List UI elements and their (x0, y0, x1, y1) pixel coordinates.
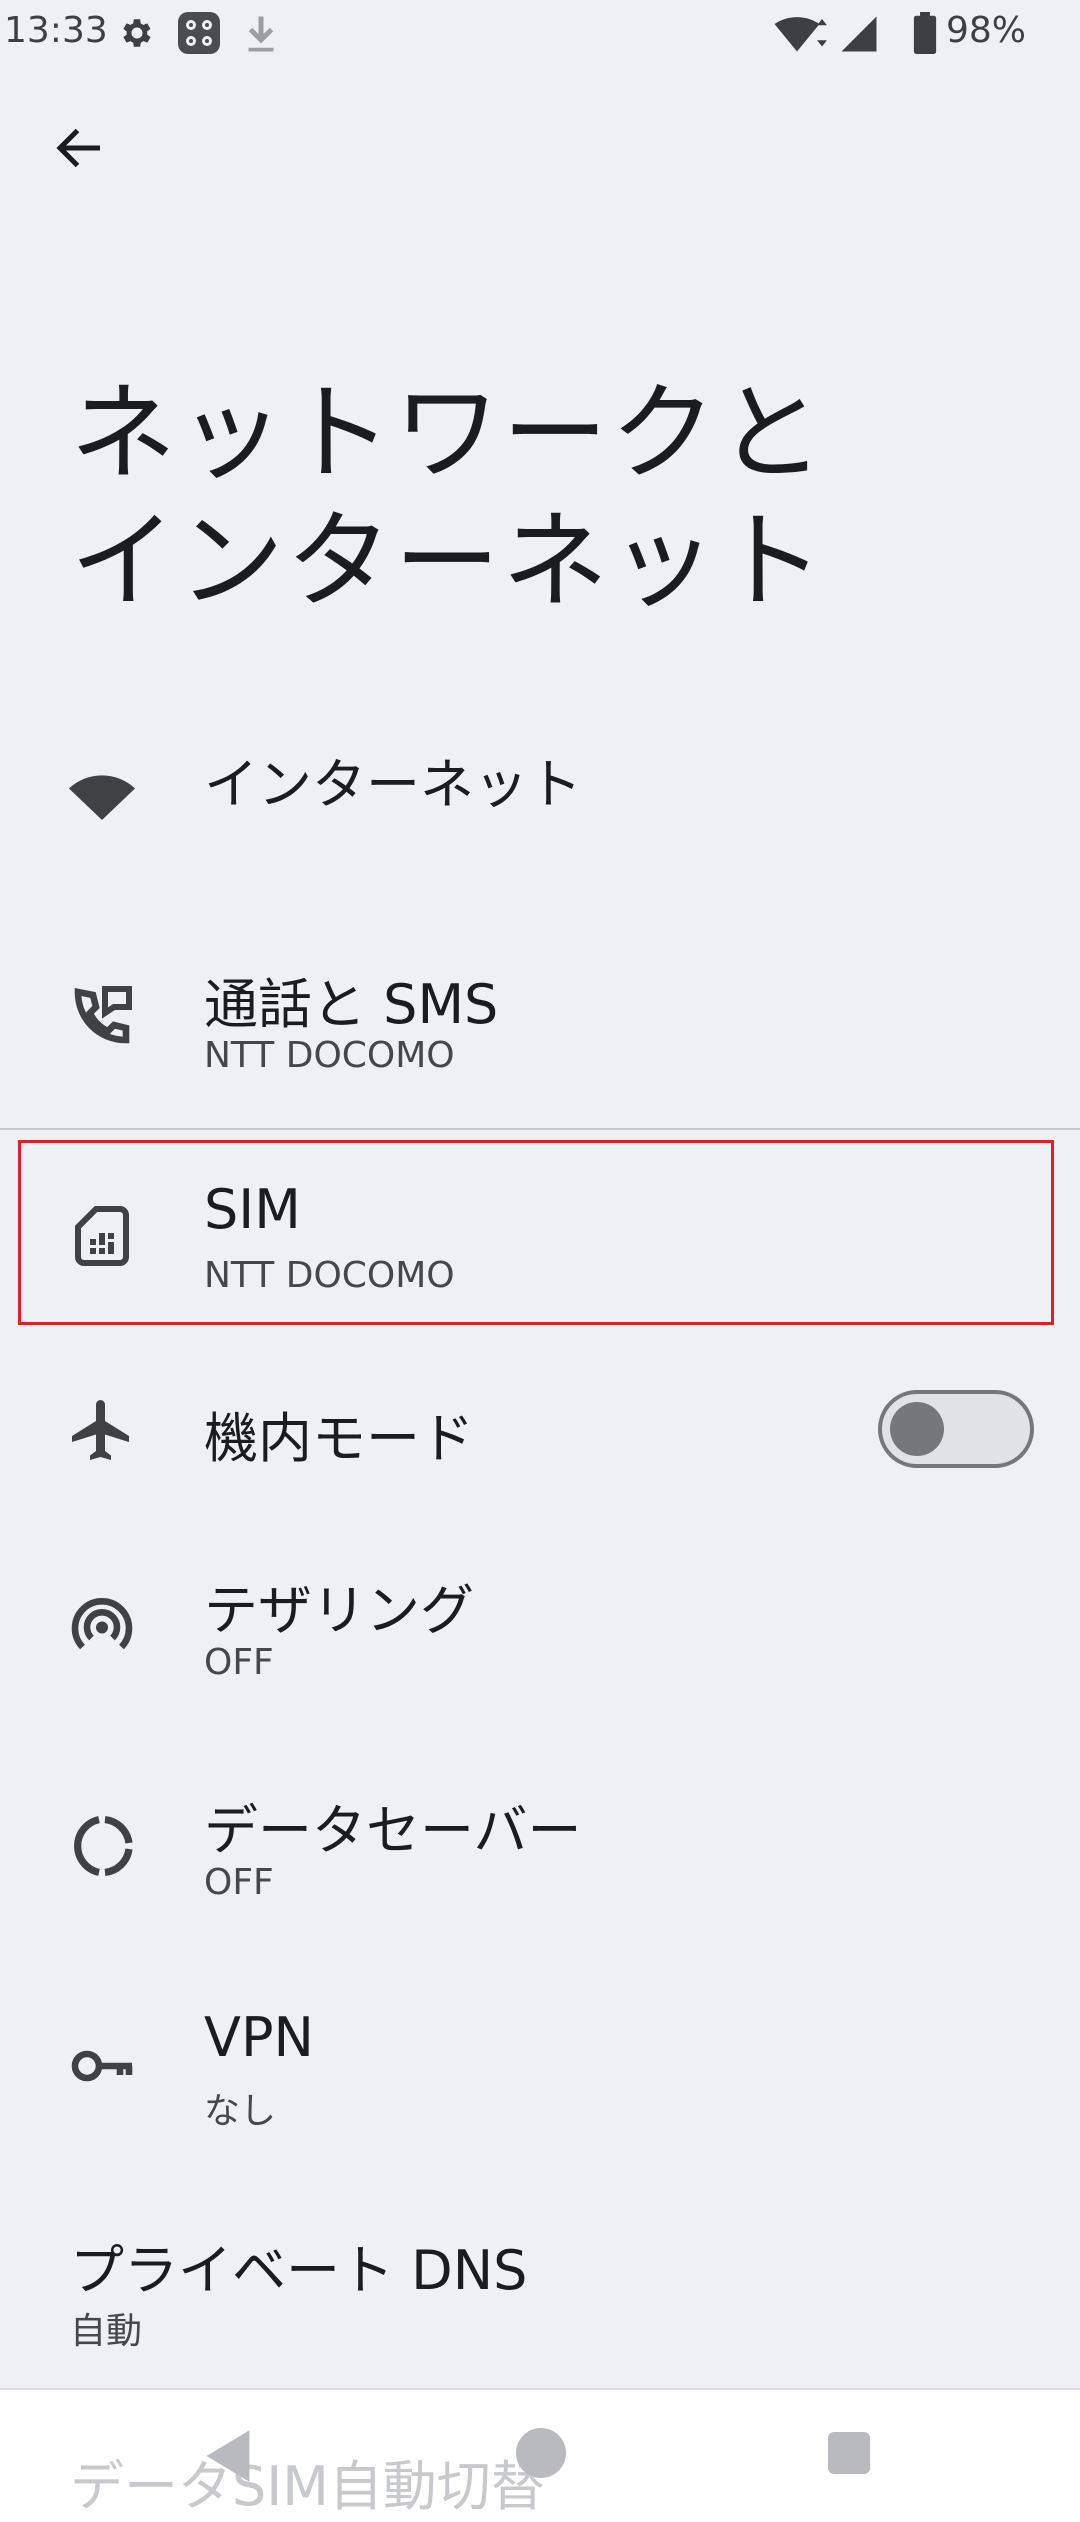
list-item-internet[interactable]: インターネット (0, 720, 1080, 870)
wifi-icon (774, 17, 827, 52)
list-item-calls-sms[interactable]: 通話と SMS NTT DOCOMO (0, 940, 1080, 1090)
page-title-line1: ネットワークと (70, 372, 826, 495)
private-dns-status: 自動 (70, 2311, 143, 2352)
list-item-data-saver[interactable]: データセーバー OFF (0, 1770, 1080, 1920)
battery-icon (913, 12, 937, 54)
download-icon (248, 16, 274, 52)
tethering-label: テザリング (204, 1579, 474, 1642)
list-item-auto-data-switch[interactable]: データSIM自動切替 (70, 2442, 545, 2521)
section-divider (0, 1128, 1080, 1130)
status-bar: 13:33 98% (0, 0, 1080, 70)
phone-sms-icon (74, 986, 132, 1044)
hotspot-icon (71, 1598, 133, 1650)
calls-sms-label: 通話と SMS (204, 973, 499, 1036)
gear-icon (123, 19, 151, 47)
list-item-vpn[interactable]: VPN なし (0, 1990, 1080, 2140)
toggle-knob (890, 1402, 944, 1456)
page-title: ネットワークと インターネット (70, 370, 970, 626)
page-title-line2: インターネット (70, 500, 826, 623)
data-saver-icon (74, 1816, 133, 1876)
airplane-mode-toggle[interactable] (878, 1390, 1034, 1468)
data-saver-label: データセーバー (204, 1799, 582, 1862)
signal-icon (841, 16, 877, 52)
nav-recents-icon[interactable] (828, 2432, 870, 2474)
private-dns-label: プライベート DNS (70, 2239, 528, 2302)
airplane-icon (72, 1400, 129, 1460)
app-notification-icon (178, 12, 220, 54)
tethering-status: OFF (204, 1642, 274, 1683)
calls-sms-carrier: NTT DOCOMO (204, 1035, 455, 1076)
nav-home-icon[interactable] (516, 2428, 566, 2478)
internet-label: インターネット (204, 753, 582, 816)
airplane-mode-label: 機内モード (204, 1407, 474, 1470)
list-item-tethering[interactable]: テザリング OFF (0, 1550, 1080, 1700)
arrow-left-icon[interactable] (50, 118, 110, 178)
wifi-icon (69, 775, 135, 820)
list-item-private-dns[interactable]: プライベート DNS 自動 (0, 2210, 1080, 2360)
nav-back-icon[interactable] (202, 2426, 254, 2486)
highlight-box (18, 1140, 1054, 1325)
status-time: 13:33 (4, 10, 108, 51)
battery-percent: 98% (946, 10, 1027, 51)
vpn-label: VPN (204, 2006, 314, 2069)
data-saver-status: OFF (204, 1862, 274, 1903)
vpn-status: なし (204, 2091, 277, 2132)
vpn-key-icon (71, 2050, 133, 2082)
